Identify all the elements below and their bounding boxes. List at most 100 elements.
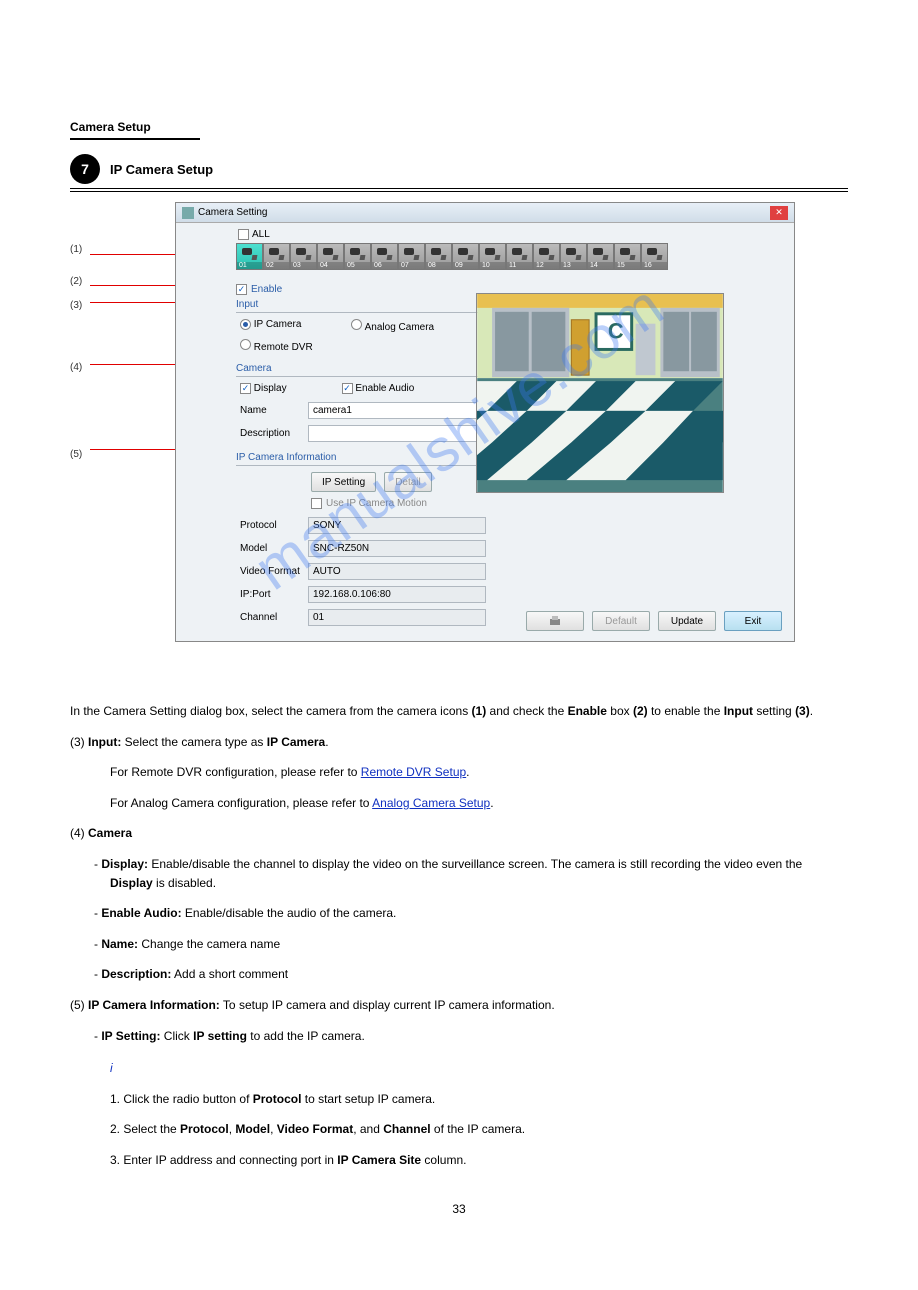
ipport-label: IP:Port xyxy=(236,589,308,600)
camera-icon-05[interactable]: 05 xyxy=(344,243,371,270)
print-icon-button[interactable] xyxy=(526,611,584,631)
camera-icon-11[interactable]: 11 xyxy=(506,243,533,270)
ip-camera-radio-wrap: IP Camera xyxy=(240,319,301,333)
analog-camera-ref: For Analog Camera configuration, please … xyxy=(70,794,848,813)
callout-label-2: (2) xyxy=(70,276,82,287)
info-icon: i xyxy=(70,1059,848,1078)
page-number: 33 xyxy=(70,1200,848,1219)
camera-setting-dialog: Camera Setting ✕ ALL 01 02 03 04 05 06 0… xyxy=(175,202,795,642)
camera-icon-02[interactable]: 02 xyxy=(263,243,290,270)
enable-audio-check-wrap: ✓ Enable Audio xyxy=(342,383,415,394)
callout-label-4: (4) xyxy=(70,362,82,373)
description-label: Description xyxy=(236,428,308,439)
description-input[interactable] xyxy=(308,425,486,442)
model-value: SNC-RZ50N xyxy=(308,540,486,557)
camera-icon-12[interactable]: 12 xyxy=(533,243,560,270)
camera-icon-07[interactable]: 07 xyxy=(398,243,425,270)
remote-dvr-ref: For Remote DVR configuration, please ref… xyxy=(70,763,848,782)
step-2: 2. Select the Protocol, Model, Video For… xyxy=(70,1120,848,1139)
camera-icon-10[interactable]: 10 xyxy=(479,243,506,270)
section-number-bullet: 7 xyxy=(70,154,100,184)
item-4: (4) Camera xyxy=(70,824,848,843)
camera-icon-14[interactable]: 14 xyxy=(587,243,614,270)
all-label: ALL xyxy=(252,229,270,240)
item-5-ipsetting: - IP Setting: Click IP setting to add th… xyxy=(70,1027,848,1046)
callout-label-3: (3) xyxy=(70,300,82,311)
camera-preview: C xyxy=(476,293,724,493)
model-label: Model xyxy=(236,543,308,554)
use-ip-motion-label: Use IP Camera Motion xyxy=(326,498,427,509)
para-intro: In the Camera Setting dialog box, select… xyxy=(70,702,848,721)
close-icon[interactable]: ✕ xyxy=(770,206,788,220)
camera-group-title: Camera xyxy=(236,363,486,377)
protocol-value: SONY xyxy=(308,517,486,534)
preview-image: C xyxy=(477,294,723,492)
camera-strip: 01 02 03 04 05 06 07 08 09 10 11 12 13 1… xyxy=(236,243,794,270)
camera-icon-01[interactable]: 01 xyxy=(236,243,263,270)
camera-icon-03[interactable]: 03 xyxy=(290,243,317,270)
body-text: In the Camera Setting dialog box, select… xyxy=(70,702,848,1218)
display-checkbox[interactable]: ✓ xyxy=(240,383,251,394)
ipport-value: 192.168.0.106:80 xyxy=(308,586,486,603)
item-5: (5) IP Camera Information: To setup IP c… xyxy=(70,996,848,1015)
all-checkbox[interactable] xyxy=(238,229,249,240)
enable-audio-label: Enable Audio xyxy=(355,383,414,394)
input-group: Input IP Camera Analog Camera Remote DVR xyxy=(236,299,486,353)
enable-checkbox[interactable]: ✓ xyxy=(236,284,247,295)
section-title: IP Camera Setup xyxy=(110,162,213,177)
dialog-titlebar: Camera Setting ✕ xyxy=(176,203,794,223)
exit-button[interactable]: Exit xyxy=(724,611,782,631)
ip-setting-button[interactable]: IP Setting xyxy=(311,472,376,492)
camera-icon-08[interactable]: 08 xyxy=(425,243,452,270)
step-1: 1. Click the radio button of Protocol to… xyxy=(70,1090,848,1109)
item-4-display: - Display: Enable/disable the channel to… xyxy=(70,855,848,892)
dialog-icon xyxy=(182,207,194,219)
step-3: 3. Enter IP address and connecting port … xyxy=(70,1151,848,1170)
camera-icon-06[interactable]: 06 xyxy=(371,243,398,270)
item-4-desc: - Description: Add a short comment xyxy=(70,965,848,984)
item-4-name: - Name: Change the camera name xyxy=(70,935,848,954)
enable-audio-checkbox[interactable]: ✓ xyxy=(342,383,353,394)
channel-value: 01 xyxy=(308,609,486,626)
camera-icon-13[interactable]: 13 xyxy=(560,243,587,270)
ip-info-group: IP Camera Information IP Setting Detail … xyxy=(236,452,486,626)
analog-camera-radio-wrap: Analog Camera xyxy=(351,319,434,333)
svg-text:C: C xyxy=(608,319,624,344)
title-row: 7 IP Camera Setup xyxy=(70,154,848,192)
enable-label: Enable xyxy=(251,284,282,295)
video-format-label: Video Format xyxy=(236,566,308,577)
camera-icon-15[interactable]: 15 xyxy=(614,243,641,270)
analog-camera-radio[interactable] xyxy=(351,319,362,330)
callout-label-1: (1) xyxy=(70,244,82,255)
camera-group: Camera ✓ Display ✓ Enable Audio Name cam… xyxy=(236,363,486,442)
remote-dvr-radio[interactable] xyxy=(240,339,251,350)
ip-info-title: IP Camera Information xyxy=(236,452,486,466)
remote-dvr-link[interactable]: Remote DVR Setup xyxy=(361,765,466,779)
all-checkbox-row: ALL xyxy=(238,229,794,240)
item-3: (3) Input: Select the camera type as IP … xyxy=(70,733,848,752)
analog-camera-radio-label: Analog Camera xyxy=(365,322,434,333)
detail-button[interactable]: Detail xyxy=(384,472,432,492)
section-header: Camera Setup xyxy=(70,120,200,140)
name-label: Name xyxy=(236,405,308,416)
callout-label-5: (5) xyxy=(70,449,82,460)
update-button[interactable]: Update xyxy=(658,611,716,631)
item-4-audio: - Enable Audio: Enable/disable the audio… xyxy=(70,904,848,923)
ip-camera-radio-label: IP Camera xyxy=(254,319,302,330)
remote-dvr-radio-label: Remote DVR xyxy=(254,342,313,353)
use-ip-motion-checkbox[interactable] xyxy=(311,498,322,509)
camera-icon-04[interactable]: 04 xyxy=(317,243,344,270)
name-input[interactable]: camera1 xyxy=(308,402,486,419)
camera-icon-09[interactable]: 09 xyxy=(452,243,479,270)
ip-camera-radio[interactable] xyxy=(240,319,251,330)
camera-icon-16[interactable]: 16 xyxy=(641,243,668,270)
analog-camera-link[interactable]: Analog Camera Setup xyxy=(372,796,490,810)
default-button[interactable]: Default xyxy=(592,611,650,631)
dialog-footer: Default Update Exit xyxy=(526,611,782,631)
channel-label: Channel xyxy=(236,612,308,623)
printer-icon xyxy=(548,615,562,627)
display-label: Display xyxy=(254,383,287,394)
input-group-title: Input xyxy=(236,299,486,313)
screenshot-figure: (1) (2) (3) (4) (5) Camera Setting ✕ ALL… xyxy=(70,202,848,672)
video-format-value: AUTO xyxy=(308,563,486,580)
